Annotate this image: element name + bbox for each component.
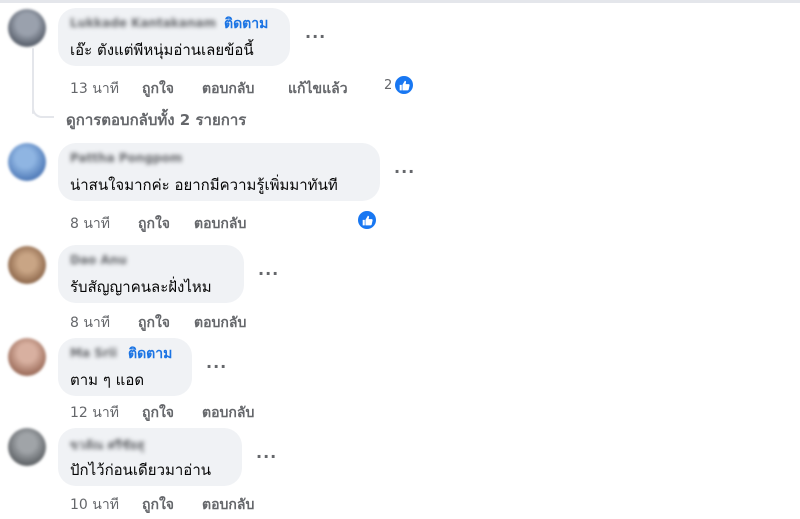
comment-author[interactable]: ขวลัณ ศรีชัยสุ — [70, 436, 144, 455]
comment-text: ตาม ๆ แอด — [70, 371, 145, 389]
reply-button[interactable]: ตอบกลับ — [202, 78, 254, 100]
edited-label[interactable]: แก้ไขแล้ว — [288, 78, 348, 100]
comment-text: รับสัญญาคนละฝั่งไหม — [70, 278, 212, 296]
reply-button[interactable]: ตอบกลับ — [194, 312, 246, 334]
thumbs-up-icon — [393, 74, 416, 96]
like-button[interactable]: ถูกใจ — [138, 312, 170, 334]
comment-bubble: ขวลัณ ศรีชัยสุ ปักไว้ก่อนเดียวมาอ่าน — [58, 428, 242, 486]
avatar[interactable] — [8, 9, 46, 47]
reaction-number: 2 — [384, 77, 393, 93]
timestamp[interactable]: 8 นาที — [70, 312, 110, 334]
timestamp[interactable]: 8 นาที — [70, 213, 110, 235]
comment-text: เอ๊ะ ตังแต่พีหนุ่มอ่านเลยข้อนี้ — [70, 41, 254, 59]
follow-link[interactable]: ติดตาม — [128, 343, 172, 365]
reaction-count[interactable] — [356, 209, 378, 231]
avatar[interactable] — [8, 246, 46, 284]
avatar[interactable] — [8, 338, 46, 376]
more-options-icon[interactable]: ... — [206, 355, 227, 371]
avatar[interactable] — [8, 143, 46, 181]
comment-author[interactable]: Dao Anu — [70, 253, 127, 267]
top-divider — [0, 0, 800, 3]
like-button[interactable]: ถูกใจ — [138, 213, 170, 235]
thumbs-up-icon — [356, 209, 378, 231]
comment-bubble: Dao Anu รับสัญญาคนละฝั่งไหม — [58, 245, 244, 303]
comment-bubble: Lukkade Kantakanam ติดตาม เอ๊ะ ตังแต่พีห… — [58, 8, 290, 66]
like-button[interactable]: ถูกใจ — [142, 494, 174, 516]
more-options-icon[interactable]: ... — [258, 262, 279, 278]
comment-text: น่าสนใจมากค่ะ อยากมีความรู้เพิ่มมาทันที — [70, 176, 338, 194]
follow-link[interactable]: ติดตาม — [224, 13, 268, 35]
avatar[interactable] — [8, 428, 46, 466]
timestamp[interactable]: 12 นาที — [70, 402, 119, 424]
thread-elbow — [32, 96, 54, 118]
reply-button[interactable]: ตอบกลับ — [202, 402, 254, 424]
comment-text: ปักไว้ก่อนเดียวมาอ่าน — [70, 461, 211, 479]
comment-author[interactable]: Pattha Pongpom — [70, 151, 182, 165]
like-button[interactable]: ถูกใจ — [142, 78, 174, 100]
timestamp[interactable]: 10 นาที — [70, 494, 119, 516]
like-button[interactable]: ถูกใจ — [142, 402, 174, 424]
reply-button[interactable]: ตอบกลับ — [202, 494, 254, 516]
comment-author[interactable]: Lukkade Kantakanam — [70, 16, 216, 30]
comment-bubble: Pattha Pongpom น่าสนใจมากค่ะ อยากมีความร… — [58, 143, 380, 201]
more-options-icon[interactable]: ... — [305, 25, 326, 41]
timestamp[interactable]: 13 นาที — [70, 78, 119, 100]
reaction-count[interactable]: 2 — [384, 74, 416, 96]
more-options-icon[interactable]: ... — [256, 445, 277, 461]
more-options-icon[interactable]: ... — [394, 160, 415, 176]
reply-button[interactable]: ตอบกลับ — [194, 213, 246, 235]
comment-author[interactable]: Ma Srii — [70, 346, 117, 360]
view-replies-link[interactable]: ดูการตอบกลับทั้ง 2 รายการ — [66, 108, 246, 132]
comment-bubble: Ma Srii ติดตาม ตาม ๆ แอด — [58, 338, 192, 396]
